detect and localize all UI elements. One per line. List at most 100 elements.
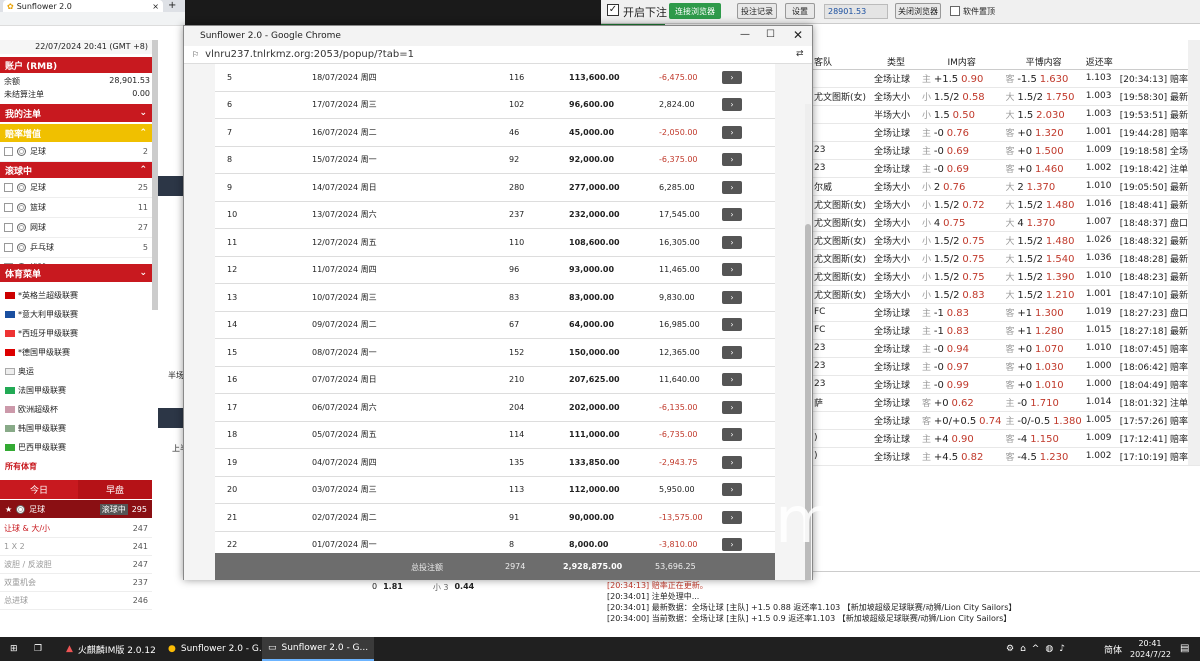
table-row[interactable]: FC 全场让球主 -1 0.83 客 +1 1.300 1.019 [18:27:23]… [812, 303, 1200, 322]
table-row[interactable]: 23 全场让球主 -0 0.69 客 +0 1.500 1.009 [19:18:58]… [812, 141, 1200, 160]
connect-browser-button[interactable]: 连接浏览器 [669, 3, 721, 19]
table-row[interactable]: 23 全场让球主 -0 0.69 客 +0 1.460 1.002 [19:18:42]… [812, 159, 1200, 178]
clock[interactable]: 20:41 2024/7/22 [1130, 638, 1171, 660]
list-item[interactable]: 足球 25 [0, 178, 152, 198]
row-count: 110 [509, 237, 525, 247]
auto-bet-checkbox[interactable]: ✓ [607, 4, 619, 16]
row-detail-button[interactable]: › [722, 125, 742, 139]
table-row[interactable]: 23 全场让球主 -0 0.94 客 +0 1.070 1.010 [18:07:45]… [812, 339, 1200, 358]
league-item[interactable]: 巴西甲级联赛 [0, 438, 152, 457]
table-row[interactable]: ) 全场让球主 +4.5 0.82 客 -4.5 1.230 1.002 [17:10:… [812, 447, 1200, 466]
list-item[interactable]: 篮球 11 [0, 198, 152, 218]
league-item[interactable]: 韩国甲级联赛 [0, 419, 152, 438]
task-view-icon[interactable]: ❐ [28, 637, 48, 661]
market-item[interactable]: 总进球 246 [0, 592, 152, 610]
row-detail-button[interactable]: › [722, 235, 742, 249]
soccer-row[interactable]: ★ 足球 滚球中 295 [0, 500, 152, 518]
minimize-icon[interactable]: — [740, 29, 750, 40]
popup-address-bar[interactable]: ⚐ vlnru237.tnlrkmz.org:2053/popup/?tab=1… [184, 46, 812, 64]
taskbar-app-active[interactable]: ▭ Sunflower 2.0 - G... [262, 637, 375, 661]
close-browser-button[interactable]: 关闭浏览器 [895, 3, 941, 19]
platform-cell: 主 -0/-0.5 1.380 [1003, 411, 1084, 430]
table-row[interactable]: 尤文图斯(女) 全场大小小 1.5/2 0.75 大 1.5/2 1.480 1.02… [812, 231, 1200, 250]
translate-icon[interactable]: ⇄ [796, 49, 804, 59]
all-sports-link[interactable]: 所有体育 [5, 461, 37, 472]
table-row[interactable]: 尤文图斯(女) 全场大小小 1.5/2 0.75 大 1.5/2 1.540 1.03… [812, 249, 1200, 268]
row-detail-button[interactable]: › [722, 263, 742, 277]
pin-checkbox[interactable] [950, 6, 960, 16]
network-icon: ◍ [1045, 644, 1054, 654]
league-item[interactable]: 欧洲超级杯 [0, 400, 152, 419]
list-item[interactable]: 乒乓球 5 [0, 238, 152, 258]
market-item[interactable]: 让球 & 大/小 247 [0, 520, 152, 538]
market-item[interactable]: 波胆 / 反波胆 247 [0, 556, 152, 574]
table-row[interactable]: 萨全场让球客 +0 0.62 主 -0 1.710 1.014 [18:01:32] … [812, 393, 1200, 412]
row-detail-button[interactable]: › [722, 208, 742, 222]
row-detail-button[interactable]: › [722, 345, 742, 359]
row-detail-button[interactable]: › [722, 180, 742, 194]
tab-early[interactable]: 早盘 [78, 480, 152, 499]
bet-record-button[interactable]: 投注记录 [737, 3, 777, 19]
close-icon[interactable]: × [152, 2, 159, 11]
row-detail-button[interactable]: › [722, 70, 742, 84]
odds-boost-header[interactable]: 赔率增值 ⌃ [0, 124, 152, 142]
table-row[interactable]: 尤文图斯(女) 全场大小小 1.5/2 0.72 大 1.5/2 1.480 1.01… [812, 195, 1200, 214]
row-detail-button[interactable]: › [722, 428, 742, 442]
league-item[interactable]: 奥运 [0, 362, 152, 381]
row-detail-button[interactable]: › [722, 510, 742, 524]
table-row[interactable]: 尔威 全场大小小 2 0.76 大 2 1.370 1.010 [19:05:50] 最… [812, 177, 1200, 196]
row-detail-button[interactable]: › [722, 290, 742, 304]
row-detail-button[interactable]: › [722, 373, 742, 387]
sports-menu-header[interactable]: 体育菜单 ⌄ [0, 264, 152, 282]
table-row[interactable]: 全场让球主 +1.5 0.90 客 -1.5 1.630 1.103 [20:34:1… [812, 69, 1200, 88]
table-row[interactable]: 尤文图斯(女) 全场大小小 1.5/2 0.83 大 1.5/2 1.210 1.00… [812, 285, 1200, 304]
language-indicator[interactable]: 简体 [1098, 637, 1128, 661]
table-row[interactable]: 23 全场让球主 -0 0.97 客 +0 1.030 1.000 [18:06:42]… [812, 357, 1200, 376]
row-detail-button[interactable]: › [722, 483, 742, 497]
type-cell: 全场让球 [872, 447, 920, 466]
list-item[interactable]: 网球 27 [0, 218, 152, 238]
inplay-header[interactable]: 滚球中 ⌃ [0, 162, 152, 178]
row-detail-button[interactable]: › [722, 538, 742, 552]
checkbox[interactable] [4, 147, 13, 156]
table-row[interactable]: 半场大小小 1.5 0.50 大 1.5 2.030 1.003 [19:53:51]… [812, 105, 1200, 124]
row-count: 83 [509, 292, 520, 302]
league-item[interactable]: 法国甲级联赛 [0, 381, 152, 400]
notification-icon[interactable]: ▤ [1180, 643, 1189, 654]
browser-tab[interactable]: ✿ Sunflower 2.0 × [3, 0, 163, 12]
taskbar-app[interactable]: ▲ 火麒麟IM版 2.0.12 [60, 637, 162, 661]
league-item[interactable]: *英格兰超级联赛 [0, 286, 152, 305]
market-item[interactable]: 1 X 2 241 [0, 538, 152, 556]
taskbar-app[interactable]: ● Sunflower 2.0 - G... [162, 637, 273, 661]
table-row[interactable]: 23 全场让球主 -0 0.99 客 +0 1.010 1.000 [18:04:49]… [812, 375, 1200, 394]
table-row[interactable]: 尤文图斯(女) 全场大小小 1.5/2 0.75 大 1.5/2 1.390 1.01… [812, 267, 1200, 286]
my-bets-header[interactable]: 我的注单 ⌄ [0, 104, 152, 122]
table-row[interactable]: 全场让球主 -0 0.76 客 +0 1.320 1.001 [19:44:28] 赔… [812, 123, 1200, 142]
table-row[interactable]: FC 全场让球主 -1 0.83 客 +1 1.280 1.015 [18:27:18]… [812, 321, 1200, 340]
row-detail-button[interactable]: › [722, 98, 742, 112]
row-detail-button[interactable]: › [722, 400, 742, 414]
rebate-cell: 1.009 [1083, 429, 1118, 448]
maximize-icon[interactable]: ☐ [766, 29, 775, 40]
table-row[interactable]: 尤文图斯(女) 全场大小小 1.5/2 0.58 大 1.5/2 1.750 1.00… [812, 87, 1200, 106]
table-scrollbar[interactable] [1188, 40, 1200, 465]
windows-start-icon[interactable]: ⊞ [4, 637, 24, 661]
address-bar[interactable] [0, 12, 185, 26]
table-row[interactable]: 尤文图斯(女) 全场大小小 4 0.75 大 4 1.370 1.007 [18:48:… [812, 213, 1200, 232]
platform-cell: 客 +0 1.460 [1003, 159, 1084, 178]
row-detail-button[interactable]: › [722, 153, 742, 167]
market-item[interactable]: 双重机会 237 [0, 574, 152, 592]
league-item[interactable]: *西班牙甲级联赛 [0, 324, 152, 343]
table-row[interactable]: ) 全场让球主 +4 0.90 客 -4 1.150 1.009 [17:12:41] … [812, 429, 1200, 448]
close-icon[interactable]: ✕ [793, 28, 803, 42]
tray-icon: ^ [1031, 644, 1040, 654]
table-row[interactable]: 全场让球客 +0/+0.5 0.74 主 -0/-0.5 1.380 1.005 [1… [812, 411, 1200, 430]
tab-today[interactable]: 今日 [0, 480, 78, 499]
settings-button[interactable]: 设置 [785, 3, 815, 19]
league-item[interactable]: *德国甲级联赛 [0, 343, 152, 362]
new-tab-icon[interactable]: + [168, 0, 176, 11]
league-item[interactable]: *意大利甲级联赛 [0, 305, 152, 324]
row-detail-button[interactable]: › [722, 318, 742, 332]
row-detail-button[interactable]: › [722, 455, 742, 469]
list-item[interactable]: 足球 2 [0, 142, 152, 162]
